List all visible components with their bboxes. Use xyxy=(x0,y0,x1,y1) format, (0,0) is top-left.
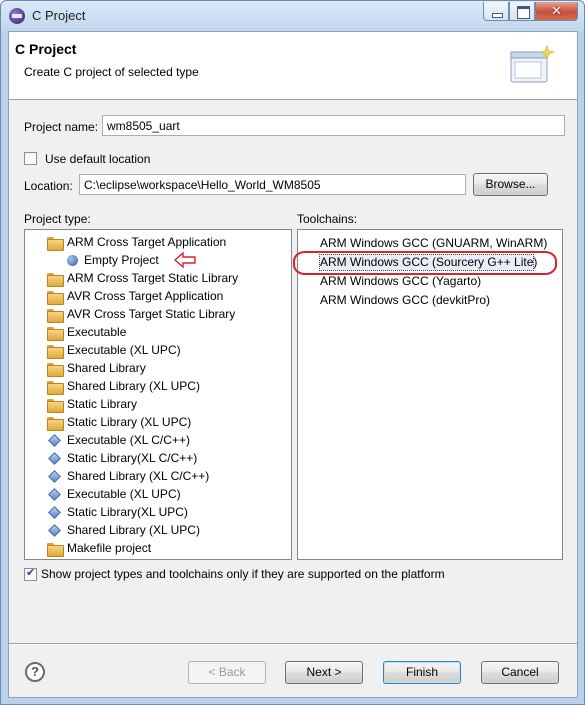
maximize-button[interactable] xyxy=(509,2,535,21)
new-project-wizard-icon xyxy=(510,45,555,83)
dialog-client-area: C Project Create C project of selected t… xyxy=(8,31,578,698)
tree-item-label: Executable (XL C/C++) xyxy=(67,433,190,447)
eclipse-app-icon xyxy=(9,8,25,24)
dialog-window: C Project ✕ C Project Create C project o… xyxy=(0,0,585,705)
folder-icon xyxy=(47,291,64,305)
tree-item-label: AVR Cross Target Static Library xyxy=(67,307,236,321)
window-title: C Project xyxy=(32,8,86,23)
minimize-button[interactable] xyxy=(483,2,509,21)
tree-item-label: Shared Library (XL C/C++) xyxy=(67,469,210,483)
diamond-icon xyxy=(48,506,61,519)
tree-item-label: AVR Cross Target Application xyxy=(67,289,224,303)
title-bar[interactable]: C Project ✕ xyxy=(1,1,584,31)
project-name-label: Project name: xyxy=(24,120,99,134)
use-default-location-label: Use default location xyxy=(45,152,151,166)
project-ball-icon xyxy=(67,255,78,266)
location-input[interactable]: C:\eclipse\workspace\Hello_World_WM8505 xyxy=(79,174,466,195)
toolchain-item[interactable]: ARM Windows GCC (devkitPro) xyxy=(320,293,490,307)
tree-item-label: Static Library(XL C/C++) xyxy=(67,451,198,465)
diamond-icon xyxy=(48,434,61,447)
use-default-location-checkbox[interactable] xyxy=(24,152,37,165)
browse-button[interactable]: Browse... xyxy=(473,173,548,196)
tree-item-label: Shared Library (XL UPC) xyxy=(67,523,200,537)
folder-icon xyxy=(47,309,64,323)
window-controls: ✕ xyxy=(483,2,578,21)
footer-separator xyxy=(9,643,577,645)
folder-icon xyxy=(47,327,64,341)
tree-item-label: Empty Project xyxy=(84,253,159,267)
diamond-icon xyxy=(48,470,61,483)
diamond-icon xyxy=(48,488,61,501)
show-supported-checkbox[interactable] xyxy=(24,566,37,581)
folder-icon xyxy=(47,417,64,431)
folder-icon xyxy=(47,399,64,413)
finish-button[interactable]: Finish xyxy=(383,661,461,684)
annotation-highlight-ellipse xyxy=(293,251,557,275)
wizard-header: C Project Create C project of selected t… xyxy=(9,32,577,100)
tree-item-label: ARM Cross Target Application xyxy=(67,235,227,249)
close-icon: ✕ xyxy=(551,3,562,18)
folder-icon xyxy=(47,345,64,359)
folder-icon xyxy=(47,237,64,251)
location-label: Location: xyxy=(24,179,73,193)
page-title: C Project xyxy=(15,41,77,57)
tree-item-label: Shared Library (XL UPC) xyxy=(67,379,200,393)
folder-icon xyxy=(47,273,64,287)
tree-item-label: Executable (XL UPC) xyxy=(67,487,181,501)
tree-item-label: Static Library(XL UPC) xyxy=(67,505,188,519)
annotation-arrow-icon xyxy=(174,252,196,268)
close-window-button[interactable]: ✕ xyxy=(535,2,578,21)
project-type-tree[interactable]: ARM Cross Target Application Empty Proje… xyxy=(24,229,292,560)
tree-item-label: Executable xyxy=(67,325,127,339)
page-description: Create C project of selected type xyxy=(24,65,199,79)
diamond-icon xyxy=(48,452,61,465)
tree-item-label: Static Library (XL UPC) xyxy=(67,415,192,429)
tree-item-label: Static Library xyxy=(67,397,138,411)
tree-item-label: Executable (XL UPC) xyxy=(67,343,181,357)
toolchains-label: Toolchains: xyxy=(297,212,358,226)
cancel-button[interactable]: Cancel xyxy=(481,661,559,684)
back-button[interactable]: < Back xyxy=(188,661,266,684)
project-type-label: Project type: xyxy=(24,212,91,226)
tree-item-label: ARM Cross Target Static Library xyxy=(67,271,239,285)
toolchain-item[interactable]: ARM Windows GCC (Yagarto) xyxy=(320,274,481,288)
diamond-icon xyxy=(48,524,61,537)
help-icon[interactable]: ? xyxy=(25,662,45,682)
tree-item-label: Makefile project xyxy=(67,541,152,555)
next-button[interactable]: Next > xyxy=(285,661,363,684)
folder-icon xyxy=(47,363,64,377)
folder-icon xyxy=(47,381,64,395)
tree-item-label: Shared Library xyxy=(67,361,146,375)
project-name-input[interactable]: wm8505_uart xyxy=(102,115,565,136)
show-supported-label: Show project types and toolchains only i… xyxy=(41,567,445,581)
folder-icon xyxy=(47,543,64,557)
toolchain-item[interactable]: ARM Windows GCC (GNUARM, WinARM) xyxy=(320,236,547,250)
